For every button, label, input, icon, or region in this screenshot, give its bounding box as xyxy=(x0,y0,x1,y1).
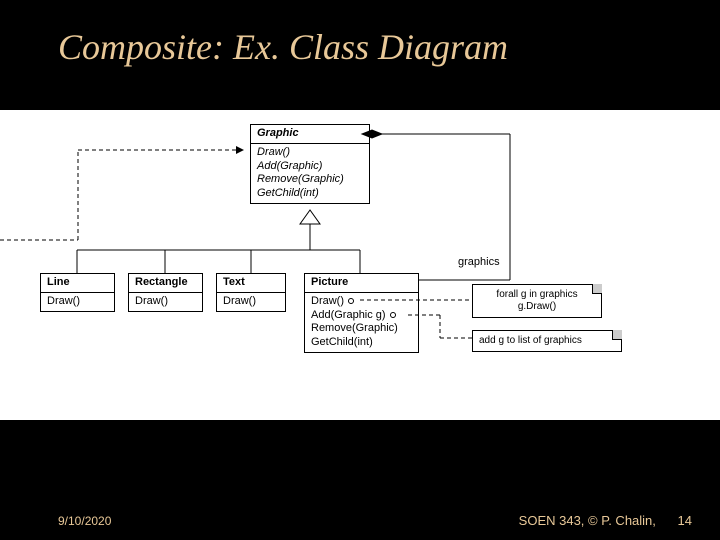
footer-date: 9/10/2020 xyxy=(58,514,111,528)
class-name: Line xyxy=(41,274,114,293)
footer-right: SOEN 343, © P. Chalin, 14 xyxy=(519,513,692,528)
uml-class-rectangle: Rectangle Draw() xyxy=(128,273,203,312)
note-dogear-icon xyxy=(612,330,622,340)
class-ops: Draw() xyxy=(129,293,202,311)
class-name: Rectangle xyxy=(129,274,202,293)
class-ops: Draw() xyxy=(217,293,285,311)
class-name: Picture xyxy=(305,274,418,293)
class-name: Graphic xyxy=(251,125,369,144)
class-ops: Draw() xyxy=(41,293,114,311)
uml-class-picture: Picture Draw() Add(Graphic g) Remove(Gra… xyxy=(304,273,419,353)
footer-page-number: 14 xyxy=(678,513,692,528)
diagram-canvas: Graphic Draw() Add(Graphic) Remove(Graph… xyxy=(0,110,720,420)
class-ops: Draw() Add(Graphic g) Remove(Graphic) Ge… xyxy=(305,293,418,352)
uml-note-draw: forall g in graphics g.Draw() xyxy=(472,284,602,318)
uml-class-text: Text Draw() xyxy=(216,273,286,312)
slide-title: Composite: Ex. Class Diagram xyxy=(58,26,508,68)
class-ops: Draw() Add(Graphic) Remove(Graphic) GetC… xyxy=(251,144,369,203)
uml-class-line: Line Draw() xyxy=(40,273,115,312)
footer-course: SOEN 343, © P. Chalin, xyxy=(519,513,656,528)
op-link-marker xyxy=(348,298,354,304)
uml-note-add: add g to list of graphics xyxy=(472,330,622,352)
uml-class-graphic: Graphic Draw() Add(Graphic) Remove(Graph… xyxy=(250,124,370,204)
note-dogear-icon xyxy=(592,284,602,294)
class-name: Text xyxy=(217,274,285,293)
op-link-marker xyxy=(390,312,396,318)
assoc-label-graphics: graphics xyxy=(458,256,500,268)
